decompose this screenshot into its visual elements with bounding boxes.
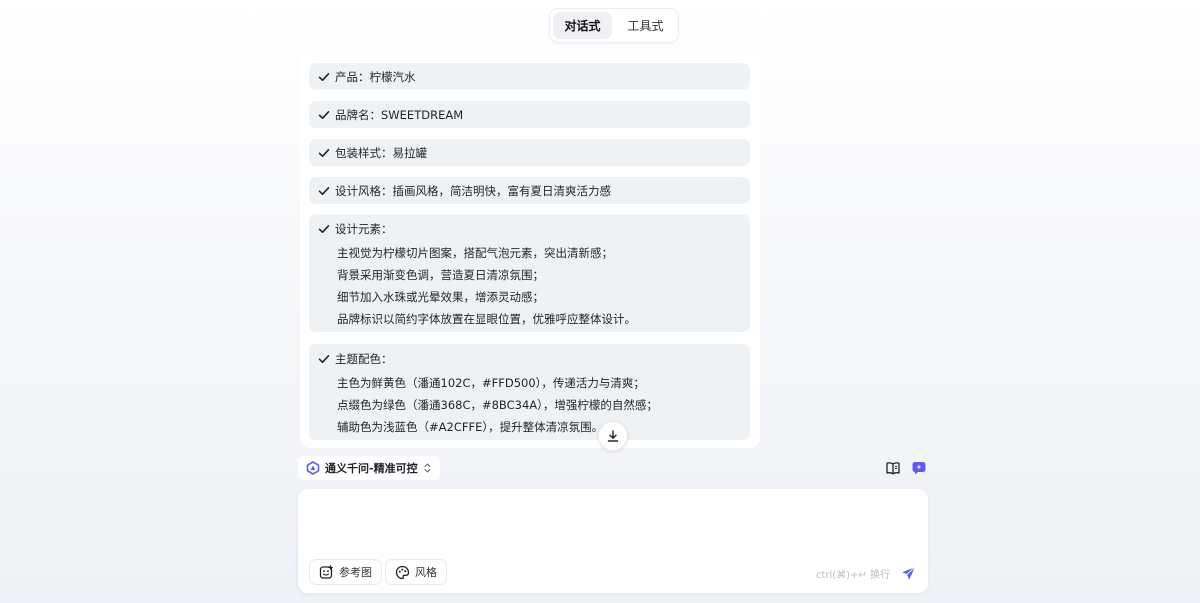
spec-item-brand: 品牌名：SWEETDREAM	[309, 101, 750, 128]
scroll-down-button[interactable]	[598, 421, 628, 451]
model-label: 通义千问-精准可控	[325, 462, 418, 475]
tab-tool[interactable]: 工具式	[616, 12, 675, 39]
response-card: 产品：柠檬汽水 品牌名：SWEETDREAM 包装样式：易拉罐 设计风格：插画风…	[300, 52, 760, 448]
spec-item-title: 设计风格：插画风格，简洁明快，富有夏日清爽活力感	[335, 183, 611, 198]
palette-icon	[395, 565, 410, 580]
newline-hint: ctrl(⌘)+↵ 换行	[815, 570, 890, 581]
check-icon	[317, 352, 331, 366]
new-chat-button[interactable]	[911, 460, 927, 476]
image-plus-icon	[319, 564, 334, 580]
book-icon	[885, 460, 901, 476]
spec-item-title: 产品：柠檬汽水	[335, 69, 416, 84]
spec-item-elements: 设计元素： 主视觉为柠檬切片图案，搭配气泡元素，突出清新感； 背景采用渐变色调，…	[309, 214, 750, 332]
check-icon	[317, 70, 331, 84]
spec-line: 背景采用渐变色调，营造夏日清凉氛围；	[337, 268, 544, 282]
send-button[interactable]	[898, 563, 918, 583]
spec-line: 点缀色为绿色（潘通368C，#8BC34A），增强柠檬的自然感；	[337, 398, 658, 412]
spec-item-style: 设计风格：插画风格，简洁明快，富有夏日清爽活力感	[309, 177, 750, 204]
tab-dialog[interactable]: 对话式	[553, 12, 612, 39]
spec-item-title: 设计元素：	[335, 221, 393, 236]
chat-icon	[911, 460, 927, 476]
chevron-updown-icon	[423, 462, 432, 474]
mode-tabs: 对话式 工具式	[549, 8, 679, 43]
spec-line: 主视觉为柠檬切片图案，搭配气泡元素，突出清新感；	[337, 246, 613, 260]
download-icon	[606, 429, 620, 443]
spec-item-package: 包装样式：易拉罐	[309, 139, 750, 166]
spec-item-title: 包装样式：易拉罐	[335, 145, 427, 160]
composer: 参考图 风格 ctrl(⌘)+↵ 换行	[298, 489, 928, 593]
send-icon	[901, 566, 916, 581]
spec-line: 品牌标识以简约字体放置在显眼位置，优雅呼应整体设计。	[337, 312, 636, 326]
spec-item-title: 品牌名：SWEETDREAM	[335, 107, 464, 122]
spec-line: 辅助色为浅蓝色（#A2CFFE），提升整体清凉氛围。	[337, 420, 604, 434]
spec-item-product: 产品：柠檬汽水	[309, 63, 750, 90]
qwen-logo-icon	[306, 461, 320, 475]
check-icon	[317, 222, 331, 236]
reference-image-button[interactable]: 参考图	[309, 559, 382, 585]
check-icon	[317, 108, 331, 122]
check-icon	[317, 146, 331, 160]
check-icon	[317, 184, 331, 198]
prompt-input[interactable]	[312, 499, 912, 549]
prompt-library-button[interactable]	[885, 460, 901, 476]
model-selector[interactable]: 通义千问-精准可控	[298, 456, 440, 480]
style-label: 风格	[415, 566, 437, 579]
spec-item-title: 主题配色：	[335, 351, 393, 366]
reference-image-label: 参考图	[339, 566, 372, 579]
spec-line: 主色为鲜黄色（潘通102C，#FFD500），传递活力与清爽；	[337, 376, 645, 390]
spec-line: 细节加入水珠或光晕效果，增添灵动感；	[337, 290, 544, 304]
style-button[interactable]: 风格	[385, 559, 447, 585]
spec-item-colors: 主题配色： 主色为鲜黄色（潘通102C，#FFD500），传递活力与清爽； 点缀…	[309, 344, 750, 440]
